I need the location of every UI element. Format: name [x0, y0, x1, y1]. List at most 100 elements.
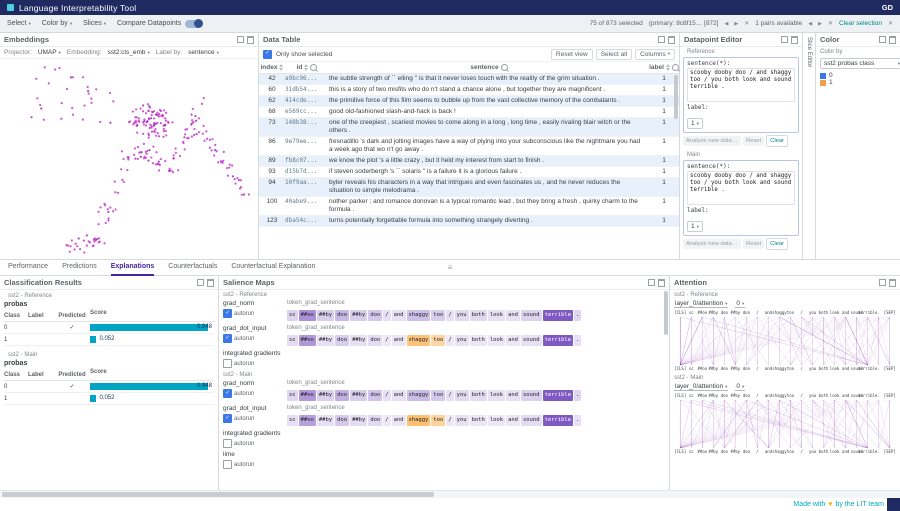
maximize-icon[interactable] — [781, 36, 788, 43]
maximize-icon[interactable] — [237, 36, 244, 43]
salience-token[interactable]: you — [455, 310, 469, 321]
table-scrollbar[interactable] — [674, 75, 678, 258]
salience-token[interactable]: ##oo — [299, 415, 316, 426]
salience-token[interactable]: / — [446, 390, 453, 401]
salience-token[interactable]: ##by — [317, 335, 334, 346]
salience-token[interactable]: sound — [521, 415, 542, 426]
salience-token[interactable]: ##by — [317, 415, 334, 426]
autorun-checkbox[interactable]: ✓ — [223, 389, 232, 398]
salience-token[interactable]: you — [455, 415, 469, 426]
reset-view-button[interactable]: Reset view — [551, 49, 593, 60]
salience-token[interactable]: / — [383, 415, 390, 426]
attention-layer-select[interactable]: layer_0/attention▾ — [674, 383, 728, 391]
salience-token[interactable]: both — [470, 390, 487, 401]
popout-icon[interactable] — [889, 36, 896, 44]
salience-token[interactable]: too — [431, 390, 445, 401]
salience-token[interactable]: ##oo — [299, 335, 316, 346]
salience-token[interactable]: look — [488, 335, 505, 346]
analyze-new-datapoint-button[interactable]: Analyze new datapoint — [683, 136, 741, 146]
table-row[interactable]: 89fb8c07...we know the plot 's a little … — [259, 156, 679, 167]
salience-token[interactable]: ##by — [317, 310, 334, 321]
salience-token[interactable]: doo — [335, 415, 349, 426]
salience-token[interactable]: doo — [368, 390, 382, 401]
slice-editor-collapsed[interactable]: Slice Editor — [803, 33, 816, 259]
column-header-sentence[interactable]: sentence — [329, 64, 649, 71]
columns-button[interactable]: Columns ▾ — [635, 49, 675, 60]
embedding-select[interactable]: sst2:cls_emb ▾ — [108, 49, 150, 56]
table-row[interactable]: 42a9bc96...the subtle strength of `` ell… — [259, 74, 679, 85]
salience-token[interactable]: and — [392, 310, 406, 321]
table-row[interactable]: 93d15b7d...if steven soderbergh 's `` so… — [259, 167, 679, 178]
salience-token[interactable]: too — [431, 310, 445, 321]
autorun-checkbox[interactable] — [223, 460, 232, 469]
salience-token[interactable]: sc — [287, 415, 298, 426]
prev-pair-icon[interactable]: ◀ — [808, 21, 812, 27]
search-icon[interactable] — [501, 64, 508, 71]
maximize-icon[interactable] — [197, 279, 204, 286]
salience-token[interactable]: sc — [287, 335, 298, 346]
salience-token[interactable]: ##by — [350, 310, 367, 321]
salience-token[interactable]: / — [383, 310, 390, 321]
tab-counterfactual-explanation[interactable]: Counterfactual Explanation — [231, 259, 315, 276]
label-select[interactable]: 1 ▾ — [687, 118, 703, 129]
salience-token[interactable]: terrible — [543, 390, 574, 401]
maximize-icon[interactable] — [879, 279, 886, 286]
salience-token[interactable]: doo — [368, 335, 382, 346]
salience-token[interactable]: terrible — [543, 335, 574, 346]
autorun-checkbox[interactable] — [223, 359, 232, 368]
salience-token[interactable]: terrible — [543, 310, 574, 321]
salience-token[interactable]: . — [574, 415, 581, 426]
table-row[interactable]: 62414cde...the primitive force of this f… — [259, 96, 679, 107]
salience-token[interactable]: doo — [335, 335, 349, 346]
sentence-textarea[interactable]: scooby dooby doo / and shaggy too / you … — [687, 68, 795, 102]
salience-token[interactable]: ##by — [350, 390, 367, 401]
tab-performance[interactable]: Performance — [8, 259, 48, 276]
reset-button[interactable]: Reset — [743, 136, 764, 146]
scrollbar-thumb[interactable] — [2, 492, 434, 497]
salience-token[interactable]: shaggy — [407, 335, 431, 346]
tab-predictions[interactable]: Predictions — [62, 259, 97, 276]
salience-token[interactable]: too — [431, 415, 445, 426]
classification-row[interactable]: 10.052 — [4, 393, 214, 405]
analyze-new-datapoint-button[interactable]: Analyze new datapoint — [683, 239, 741, 249]
sort-icon[interactable] — [279, 64, 283, 71]
salience-token[interactable]: / — [446, 415, 453, 426]
salience-token[interactable]: shaggy — [407, 415, 431, 426]
attention-head-select[interactable]: 0▾ — [735, 300, 745, 308]
color-by-dropdown[interactable]: Color by ▾ — [42, 20, 72, 27]
salience-token[interactable]: doo — [335, 310, 349, 321]
clear-pairs-icon[interactable]: ✕ — [828, 20, 833, 27]
classification-row[interactable]: 0✓0.948 — [4, 381, 214, 393]
salience-token[interactable]: doo — [368, 310, 382, 321]
salience-token[interactable]: . — [574, 310, 581, 321]
salience-token[interactable]: ##by — [350, 335, 367, 346]
maximize-icon[interactable] — [879, 36, 886, 43]
select-dropdown[interactable]: Select ▾ — [7, 20, 31, 27]
salience-token[interactable]: ##by — [317, 390, 334, 401]
autorun-checkbox[interactable]: ✓ — [223, 309, 232, 318]
popout-icon[interactable] — [207, 279, 214, 287]
table-row[interactable]: 123dba54c...turns potentially forgettabl… — [259, 216, 679, 227]
salience-token[interactable]: sound — [521, 335, 542, 346]
column-header-id[interactable]: id — [285, 64, 329, 71]
table-row[interactable]: 10040abe9...nother parker ; and romance … — [259, 197, 679, 216]
embedding-scatter-plot[interactable] — [0, 59, 258, 259]
salience-token[interactable]: doo — [368, 415, 382, 426]
salience-token[interactable]: and — [392, 335, 406, 346]
reset-button[interactable]: Reset — [743, 239, 764, 249]
search-icon[interactable] — [310, 64, 317, 71]
label-select[interactable]: 1 ▾ — [687, 221, 703, 232]
salience-token[interactable]: sc — [287, 310, 298, 321]
salience-token[interactable]: . — [574, 390, 581, 401]
horizontal-scrollbar[interactable] — [0, 490, 900, 498]
classification-row[interactable]: 10.052 — [4, 334, 214, 346]
drag-handle-icon[interactable]: ≡ — [448, 264, 453, 272]
autorun-checkbox[interactable]: ✓ — [223, 414, 232, 423]
salience-token[interactable]: and — [506, 390, 520, 401]
slices-dropdown[interactable]: Slices ▾ — [83, 20, 106, 27]
attention-head-select[interactable]: 0▾ — [735, 383, 745, 391]
table-row[interactable]: 869e79ee...fresnadillo 's dark and jolti… — [259, 137, 679, 156]
salience-token[interactable]: / — [383, 335, 390, 346]
color-by-select[interactable]: sst2 probas class ▾ — [820, 58, 900, 69]
select-all-button[interactable]: Select all — [596, 49, 632, 60]
